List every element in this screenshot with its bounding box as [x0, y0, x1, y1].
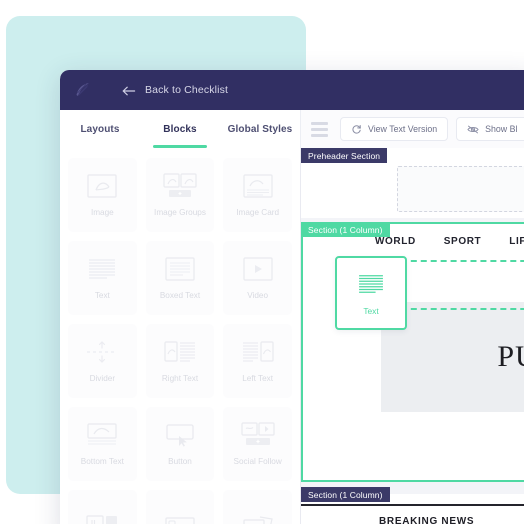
- app-topbar: Back to Checklist: [60, 70, 524, 110]
- arrow-left-icon: [122, 84, 136, 96]
- show-blocks-button[interactable]: Show Bl: [456, 117, 524, 141]
- block-bottom-text[interactable]: Bottom Text: [68, 407, 137, 481]
- image-groups-icon: [163, 171, 197, 201]
- view-text-version-button[interactable]: View Text Version: [340, 117, 449, 141]
- blocks-panel: Image Image Groups Image Card Text Boxed…: [60, 148, 300, 524]
- right-text-icon: [164, 337, 196, 367]
- block-button-label: Button: [168, 457, 192, 467]
- masthead-title: PU: [497, 340, 524, 373]
- block-divider-label: Divider: [89, 374, 116, 384]
- left-text-icon: [242, 337, 274, 367]
- screenshot-stage: Back to Checklist Layouts Blocks Global …: [0, 0, 524, 524]
- block-social-follow[interactable]: Social Follow: [223, 407, 292, 481]
- block-left-text-label: Left Text: [242, 374, 274, 384]
- block-left-text[interactable]: Left Text: [223, 324, 292, 398]
- block-boxed-text-label: Boxed Text: [159, 291, 201, 301]
- blocks-grid: Image Image Groups Image Card Text Boxed…: [68, 158, 292, 524]
- breaking-section-tag[interactable]: Section (1 Column): [301, 487, 390, 502]
- tab-blocks-label: Blocks: [163, 123, 197, 135]
- nav-item-sport[interactable]: SPORT: [444, 236, 481, 247]
- preheader-dropzone[interactable]: [397, 166, 524, 212]
- card-icon: [164, 509, 196, 524]
- tab-global-styles[interactable]: Global Styles: [220, 110, 300, 148]
- dragged-text-block[interactable]: Text: [335, 256, 407, 330]
- breaking-news-headline: BREAKING NEWS: [379, 516, 475, 524]
- main-section-tag[interactable]: Section (1 Column): [301, 222, 390, 237]
- block-right-text[interactable]: Right Text: [145, 324, 215, 398]
- tab-global-styles-label: Global Styles: [227, 123, 293, 135]
- image-card-icon: [243, 171, 273, 201]
- block-image[interactable]: Image: [68, 158, 137, 232]
- horizontal-rule: [301, 504, 524, 506]
- block-image-card[interactable]: Image Card: [223, 158, 292, 232]
- back-to-checklist-label: Back to Checklist: [145, 84, 229, 96]
- text-lines-icon: [87, 254, 117, 284]
- image-icon: [87, 171, 117, 201]
- button-cursor-icon: [165, 420, 195, 450]
- canvas-toolbar: View Text Version Show Bl: [300, 110, 524, 148]
- dragged-text-block-label: Text: [363, 306, 379, 317]
- email-builder-window: Back to Checklist Layouts Blocks Global …: [60, 70, 524, 524]
- block-social-follow-label: Social Follow: [233, 457, 282, 467]
- block-text[interactable]: Text: [68, 241, 137, 315]
- nav-item-world[interactable]: WORLD: [375, 236, 416, 247]
- view-text-version-label: View Text Version: [368, 124, 438, 134]
- block-divider[interactable]: Divider: [68, 324, 137, 398]
- stacked-cards-icon: [242, 509, 274, 524]
- block-image-groups-label: Image Groups: [154, 208, 206, 218]
- eye-slash-icon: [467, 124, 479, 135]
- block-boxed-text[interactable]: Boxed Text: [145, 241, 215, 315]
- social-follow-icon: [241, 420, 275, 450]
- image-text-icon: [86, 509, 118, 524]
- block-text-label: Text: [94, 291, 110, 301]
- block-stacked-cards[interactable]: [223, 490, 292, 524]
- block-image-text[interactable]: [68, 490, 137, 524]
- video-play-icon: [243, 254, 273, 284]
- text-lines-icon: [357, 269, 385, 299]
- tabs-group: Layouts Blocks Global Styles: [60, 110, 300, 148]
- email-canvas[interactable]: Preheader Section WORLD SPORT LIFE PU Se…: [300, 148, 524, 524]
- bottom-text-icon: [87, 420, 117, 450]
- tab-layouts-label: Layouts: [80, 123, 120, 135]
- block-right-text-label: Right Text: [161, 374, 199, 384]
- email-nav-row: WORLD SPORT LIFE: [375, 236, 524, 247]
- back-to-checklist-link[interactable]: Back to Checklist: [122, 84, 228, 96]
- boxed-text-icon: [165, 254, 195, 284]
- block-video-label: Video: [247, 291, 269, 301]
- block-button[interactable]: Button: [145, 407, 215, 481]
- block-image-groups[interactable]: Image Groups: [145, 158, 215, 232]
- tab-blocks[interactable]: Blocks: [140, 110, 220, 148]
- nav-item-life[interactable]: LIFE: [509, 236, 524, 247]
- show-blocks-label: Show Bl: [485, 124, 518, 134]
- block-card[interactable]: [145, 490, 215, 524]
- divider-arrows-icon: [86, 337, 118, 367]
- block-video[interactable]: Video: [223, 241, 292, 315]
- tab-layouts[interactable]: Layouts: [60, 110, 140, 148]
- leaf-logo-icon[interactable]: [72, 79, 94, 101]
- block-image-label: Image: [90, 208, 114, 218]
- preheader-section-tag[interactable]: Preheader Section: [301, 148, 388, 163]
- hamburger-menu-icon[interactable]: [311, 121, 328, 137]
- tab-strip: Layouts Blocks Global Styles View Text V…: [60, 110, 524, 148]
- refresh-cycle-icon: [351, 124, 362, 135]
- workspace: Image Image Groups Image Card Text Boxed…: [60, 148, 524, 524]
- block-image-card-label: Image Card: [236, 208, 280, 218]
- block-bottom-text-label: Bottom Text: [80, 457, 124, 467]
